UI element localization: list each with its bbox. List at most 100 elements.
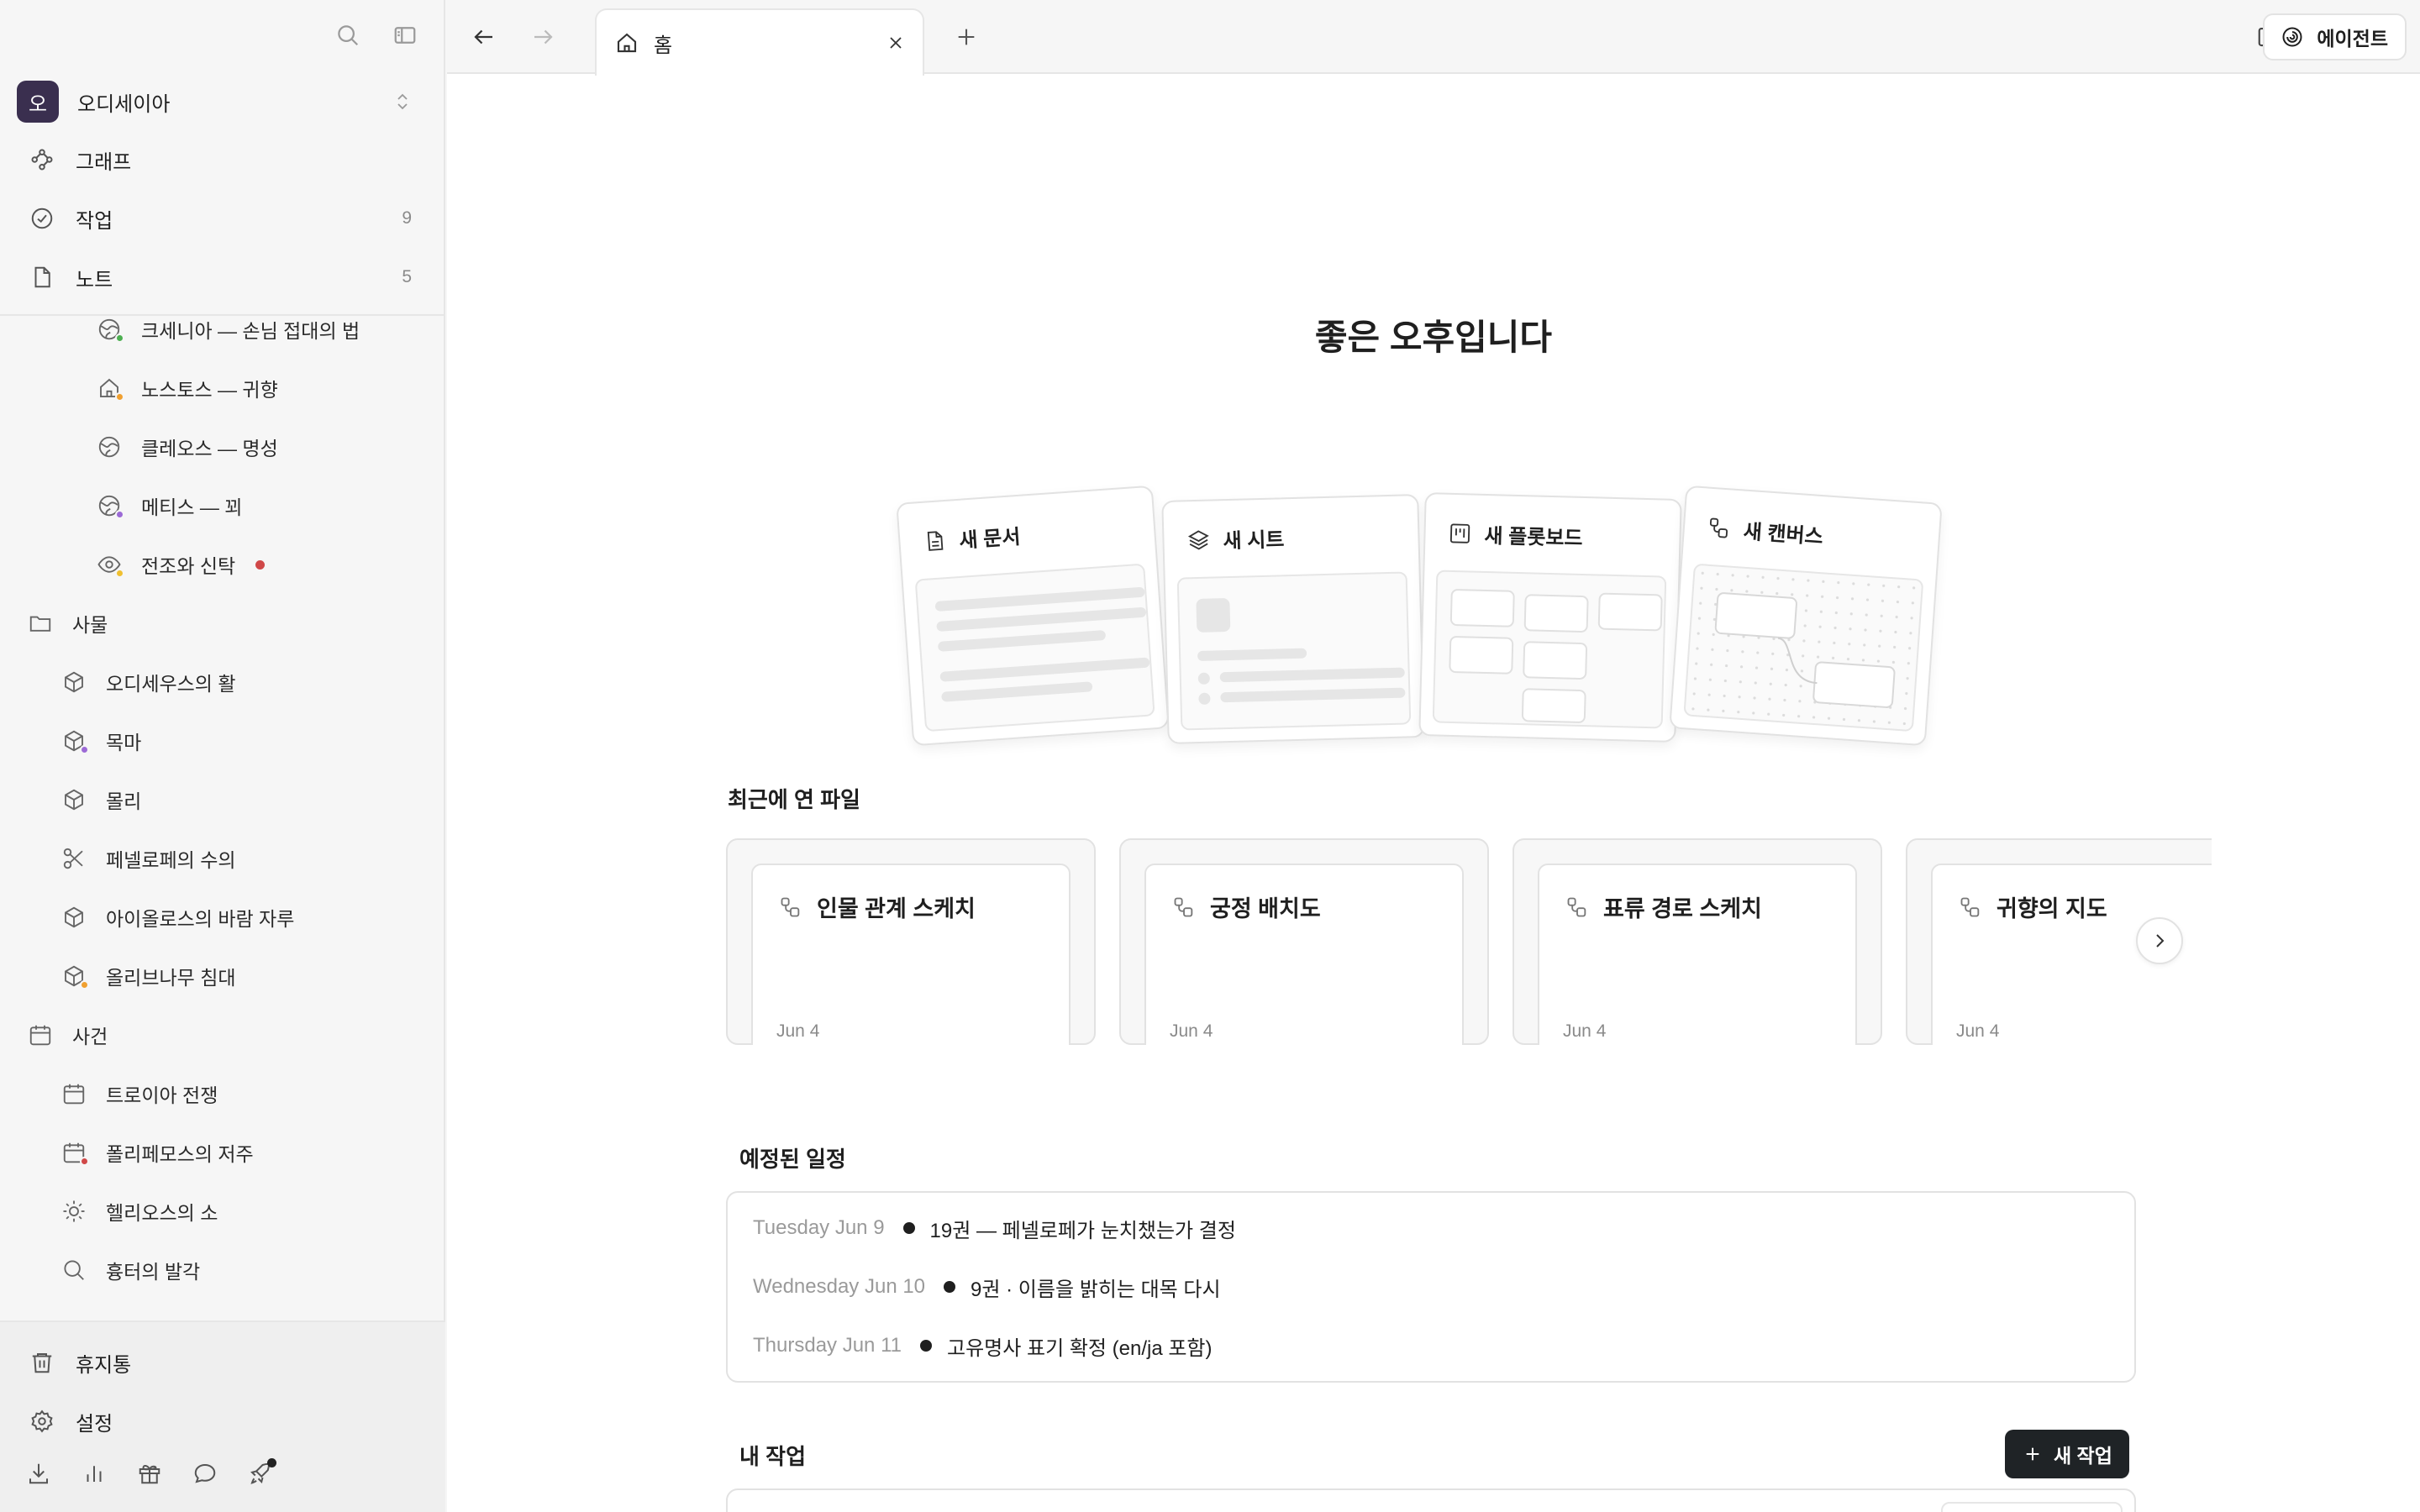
schedule-date: Tuesday Jun 9 (753, 1216, 885, 1239)
schedule-item[interactable]: Wednesday Jun 10 9권 · 이름을 밝히는 대목 다시 (753, 1270, 1221, 1304)
bullet-dot (920, 1340, 932, 1352)
tree-item[interactable]: 페넬로페의 수의 (57, 833, 236, 884)
tab-home[interactable]: 홈 (595, 8, 924, 76)
bullet-dot (944, 1281, 956, 1293)
recent-file-date: Jun 4 (1956, 1021, 2000, 1041)
recent-file-title: 표류 경로 스케치 (1603, 896, 1762, 921)
check-circle-icon (24, 200, 60, 237)
card-header: 새 문서 (919, 520, 1021, 556)
tree-item[interactable]: 전조와 신탁 (92, 539, 266, 590)
unread-dot (255, 559, 266, 570)
task-filter-pill[interactable] (1941, 1502, 2123, 1512)
tree-item-label: 헬리오스의 소 (106, 1202, 218, 1224)
nav-count: 9 (402, 208, 412, 228)
recent-file-date: Jun 4 (776, 1021, 820, 1041)
plus-icon[interactable] (948, 18, 985, 55)
tree-item-label: 사건 (72, 1026, 108, 1047)
tree-item-label: 페넬로페의 수의 (106, 849, 236, 871)
nav-trash[interactable]: 휴지통 (15, 1337, 425, 1388)
recent-file-title: 귀향의 지도 (1996, 896, 2107, 921)
close-icon[interactable] (881, 28, 911, 58)
tree-item[interactable]: 폴리페모스의 저주 (57, 1127, 254, 1178)
agent-button[interactable]: 에이전트 (2263, 13, 2407, 60)
new-sheet-card[interactable]: 새 시트 (1161, 494, 1425, 744)
recent-file-card[interactable]: 궁정 배치도 Jun 4 (1119, 838, 1489, 1045)
notification-badge (267, 1458, 276, 1467)
search-icon (57, 1253, 91, 1287)
recent-file-card[interactable]: 표류 경로 스케치 Jun 4 (1512, 838, 1882, 1045)
recent-file-card[interactable]: 인물 관계 스케치 Jun 4 (726, 838, 1096, 1045)
recent-file-date: Jun 4 (1563, 1021, 1607, 1041)
schedule-date: Thursday Jun 11 (753, 1334, 902, 1357)
arrow-right-icon[interactable] (524, 18, 561, 55)
tasks-list (726, 1488, 2136, 1512)
tree-item[interactable]: 아이올로스의 바람 자루 (57, 892, 294, 942)
tree-item-label: 목마 (106, 732, 142, 753)
recent-file-title: 인물 관계 스케치 (817, 896, 976, 921)
globe-icon (92, 489, 126, 522)
schedule-item[interactable]: Thursday Jun 11 고유명사 표기 확정 (en/ja 포함) (753, 1329, 1213, 1362)
cube-icon (57, 900, 91, 934)
tree-item-label: 오디세우스의 활 (106, 673, 236, 695)
tree-item[interactable]: 크세니아 — 손님 접대의 법 (92, 316, 360, 354)
main-area: 홈 에이전트 좋은 오후입니다 최근에 연 파일 인물 관계 스케치 Jun 4… (447, 0, 2420, 1512)
arrow-left-icon[interactable] (466, 18, 502, 55)
nav-notes[interactable]: 노트 5 (15, 252, 425, 302)
sun-icon (57, 1194, 91, 1228)
cube-icon (57, 783, 91, 816)
status-dot (115, 392, 124, 402)
tree-item[interactable]: 오디세우스의 활 (57, 657, 236, 707)
tree-item[interactable]: 몰리 (57, 774, 141, 825)
new-task-button[interactable]: 새 작업 (2005, 1430, 2129, 1478)
recent-file-preview: 인물 관계 스케치 Jun 4 (751, 864, 1071, 1045)
schedule-item[interactable]: Tuesday Jun 9 19권 — 페넬로페가 눈치챘는가 결정 (753, 1211, 1236, 1245)
schedule-list: Tuesday Jun 9 19권 — 페넬로페가 눈치챘는가 결정 Wedne… (726, 1191, 2136, 1383)
recent-file-header: 궁정 배치도 (1170, 890, 1321, 923)
bullet-dot (902, 1222, 915, 1234)
workspace-switcher[interactable]: 오 오디세이아 (15, 77, 425, 126)
tree-item-label: 노스토스 — 귀향 (141, 379, 278, 401)
download-icon[interactable] (22, 1457, 55, 1490)
search-icon[interactable] (331, 18, 365, 52)
workspace-name: 오디세이아 (77, 92, 171, 116)
chevron-right-icon[interactable] (2136, 917, 2183, 964)
tree-folder[interactable]: 사물 (24, 598, 108, 648)
home-icon (92, 371, 126, 405)
tree-item[interactable]: 노스토스 — 귀향 (92, 363, 278, 413)
home-icon (610, 26, 644, 60)
gift-icon[interactable] (133, 1457, 166, 1490)
nav-label: 설정 (76, 1412, 113, 1436)
tree-item[interactable]: 목마 (57, 716, 141, 766)
tasks-title: 내 작업 (739, 1444, 806, 1469)
nav-tasks[interactable]: 작업 9 (15, 193, 425, 244)
chat-bubble-icon[interactable] (188, 1457, 222, 1490)
calendar-icon (57, 1077, 91, 1110)
calendar-icon (57, 1136, 91, 1169)
card-label: 새 문서 (958, 525, 1022, 553)
tree-item-label: 사물 (72, 614, 108, 636)
rocket-icon[interactable] (244, 1457, 277, 1490)
bar-chart-icon[interactable] (77, 1457, 111, 1490)
tree-folder[interactable]: 사건 (24, 1010, 108, 1060)
new-document-card[interactable]: 새 문서 (896, 485, 1170, 747)
new-task-label: 새 작업 (2054, 1445, 2112, 1467)
tree-item[interactable]: 트로이아 전쟁 (57, 1068, 218, 1119)
card-header: 새 캔버스 (1704, 512, 1824, 549)
tree-item[interactable]: 메티스 — 꾀 (92, 480, 242, 531)
tree-item[interactable]: 흉터의 발각 (57, 1245, 200, 1295)
nav-graph[interactable]: 그래프 (15, 134, 425, 185)
status-dot (115, 333, 124, 343)
tree-item[interactable]: 헬리오스의 소 (57, 1186, 218, 1236)
sidebar-toggle-icon[interactable] (388, 18, 422, 52)
new-plotboard-card[interactable]: 새 플롯보드 (1418, 492, 1682, 743)
tree-item-label: 올리브나무 침대 (106, 967, 236, 989)
new-canvas-card[interactable]: 새 캔버스 (1669, 485, 1943, 747)
tree-item-label: 크세니아 — 손님 접대의 법 (141, 320, 360, 342)
cube-icon (57, 959, 91, 993)
nav-settings[interactable]: 설정 (15, 1396, 425, 1446)
tree-item[interactable]: 올리브나무 침대 (57, 951, 236, 1001)
tree-item[interactable]: 클레오스 — 명성 (92, 422, 278, 472)
canvas-icon (1170, 893, 1198, 921)
kanban-icon (1445, 518, 1475, 548)
tree-item-label: 아이올로스의 바람 자루 (106, 908, 295, 930)
